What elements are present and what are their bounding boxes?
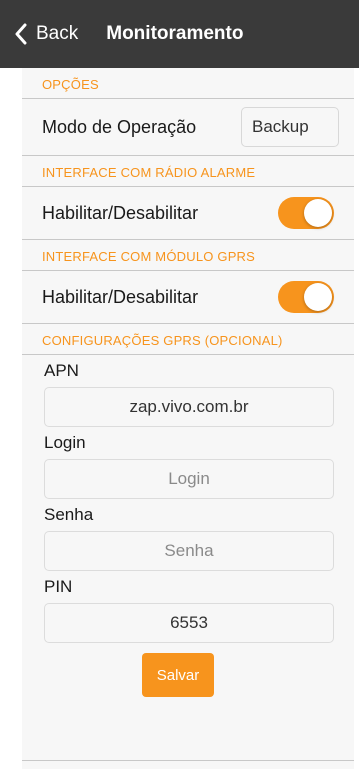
gprs-toggle[interactable] [278,281,334,313]
operation-mode-field[interactable]: Backup [241,107,339,147]
settings-content: OPÇÕES Modo de Operação Backup INTERFACE… [22,68,354,769]
radio-alarm-toggle-label: Habilitar/Desabilitar [42,202,199,223]
operation-mode-row: Modo de Operação Backup [22,99,354,155]
save-button-wrapper: Salvar [2,653,354,697]
divider [22,760,354,761]
section-header-opcoes: OPÇÕES [42,77,99,92]
screen: Back Monitoramento OPÇÕES Modo de Operaç… [0,0,359,769]
apn-label: APN [44,361,79,380]
save-button[interactable]: Salvar [142,653,214,697]
toggle-knob [304,283,332,311]
pin-label: PIN [44,577,73,596]
section-header-radio-alarme: INTERFACE COM RÁDIO ALARME [42,165,256,180]
section-header-gprs-config: CONFIGURAÇÕES GPRS (OPCIONAL) [42,333,283,348]
login-label: Login [44,433,86,452]
radio-alarm-toggle[interactable] [278,197,334,229]
gprs-toggle-label: Habilitar/Desabilitar [42,286,199,307]
password-field[interactable]: Senha [44,531,334,571]
section-header-gprs: INTERFACE COM MÓDULO GPRS [42,249,256,264]
pin-field[interactable]: 6553 [44,603,334,643]
back-button[interactable]: Back [14,23,78,45]
radio-alarm-toggle-row: Habilitar/Desabilitar [22,187,354,239]
page-title: Monitoramento [106,23,244,44]
senha-label: Senha [44,505,94,524]
login-field[interactable]: Login [44,459,334,499]
toggle-knob [304,199,332,227]
operation-mode-label: Modo de Operação [42,116,197,137]
back-label: Back [36,23,79,44]
chevron-left-icon [15,23,27,45]
navigation-bar: Back Monitoramento [0,0,359,68]
apn-field[interactable]: zap.vivo.com.br [44,387,334,427]
gprs-toggle-row: Habilitar/Desabilitar [22,271,354,323]
